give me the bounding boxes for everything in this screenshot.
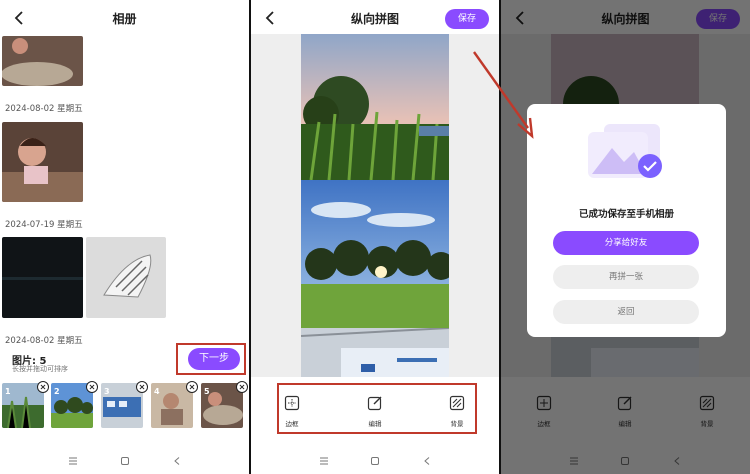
nav-back-icon[interactable] bbox=[172, 456, 182, 466]
edit-icon bbox=[367, 396, 382, 411]
album-panel: 相册 2024-08-02 星期五 2024-07-19 星期五 2024-08… bbox=[0, 0, 249, 474]
collage-image[interactable] bbox=[301, 180, 449, 328]
selected-photo-1[interactable]: 1 bbox=[2, 381, 49, 428]
menu-icon[interactable] bbox=[319, 456, 329, 466]
collage-canvas[interactable] bbox=[251, 34, 499, 377]
order-number: 2 bbox=[54, 387, 60, 396]
editor-panel: 纵向拼图 保存 边框 编辑 背景 bbox=[251, 0, 499, 474]
collage-image[interactable] bbox=[301, 34, 449, 180]
background-icon bbox=[449, 395, 465, 411]
album-header: 相册 bbox=[0, 0, 249, 36]
save-button[interactable]: 保存 bbox=[445, 9, 489, 29]
saved-illustration-icon bbox=[588, 124, 662, 178]
selected-photo-2[interactable]: 2 bbox=[51, 381, 98, 428]
dialog-message: 已成功保存至手机相册 bbox=[578, 209, 674, 220]
remove-icon[interactable] bbox=[236, 381, 248, 393]
tool-label: 背景 bbox=[450, 420, 464, 428]
home-icon[interactable] bbox=[370, 456, 380, 466]
order-number: 1 bbox=[5, 387, 11, 396]
tool-edit[interactable]: 编辑 bbox=[355, 395, 395, 428]
border-icon bbox=[284, 395, 300, 411]
nav-back-icon[interactable] bbox=[422, 456, 432, 466]
tool-background[interactable]: 背景 bbox=[437, 395, 477, 428]
home-icon[interactable] bbox=[120, 456, 130, 466]
photo-grid[interactable]: 2024-08-02 星期五 2024-07-19 星期五 2024-08-02… bbox=[0, 36, 249, 376]
remove-icon[interactable] bbox=[136, 381, 148, 393]
order-number: 4 bbox=[154, 387, 160, 396]
share-button[interactable]: 分享给好友 bbox=[553, 231, 699, 255]
photo-thumbnail[interactable] bbox=[2, 237, 83, 318]
photo-thumbnail[interactable] bbox=[2, 122, 83, 202]
tool-border[interactable]: 边框 bbox=[272, 395, 312, 428]
remove-icon[interactable] bbox=[86, 381, 98, 393]
sort-hint: 长按并拖动可排序 bbox=[12, 365, 68, 373]
selected-photo-3[interactable]: 3 bbox=[101, 381, 148, 428]
annotation-arrow-icon bbox=[473, 51, 534, 139]
remove-icon[interactable] bbox=[37, 381, 49, 393]
date-header: 2024-08-02 星期五 bbox=[5, 104, 83, 114]
date-header: 2024-07-19 星期五 bbox=[5, 220, 83, 230]
order-number: 5 bbox=[204, 387, 210, 396]
selected-photo-4[interactable]: 4 bbox=[151, 381, 198, 428]
order-number: 3 bbox=[104, 387, 110, 396]
tool-label: 编辑 bbox=[368, 420, 382, 428]
photo-thumbnail[interactable] bbox=[2, 36, 83, 86]
make-another-button[interactable]: 再拼一张 bbox=[553, 265, 699, 289]
remove-icon[interactable] bbox=[186, 381, 198, 393]
system-nav-bar bbox=[251, 450, 499, 474]
menu-icon[interactable] bbox=[68, 456, 78, 466]
selected-photo-5[interactable]: 5 bbox=[201, 381, 248, 428]
save-success-dialog: 已成功保存至手机相册 分享给好友 再拼一张 返回 bbox=[527, 104, 726, 337]
photo-thumbnail[interactable] bbox=[86, 237, 166, 318]
return-button[interactable]: 返回 bbox=[553, 300, 699, 324]
collage-image[interactable] bbox=[301, 328, 449, 377]
date-header: 2024-08-02 星期五 bbox=[5, 336, 83, 346]
system-nav-bar bbox=[0, 450, 249, 474]
page-title: 相册 bbox=[112, 12, 137, 26]
screenshot-collage: 相册 2024-08-02 星期五 2024-07-19 星期五 2024-08… bbox=[0, 0, 750, 474]
editor-header: 纵向拼图 保存 bbox=[251, 0, 499, 36]
next-button[interactable]: 下一步 bbox=[188, 348, 240, 370]
tool-label: 边框 bbox=[285, 420, 299, 428]
